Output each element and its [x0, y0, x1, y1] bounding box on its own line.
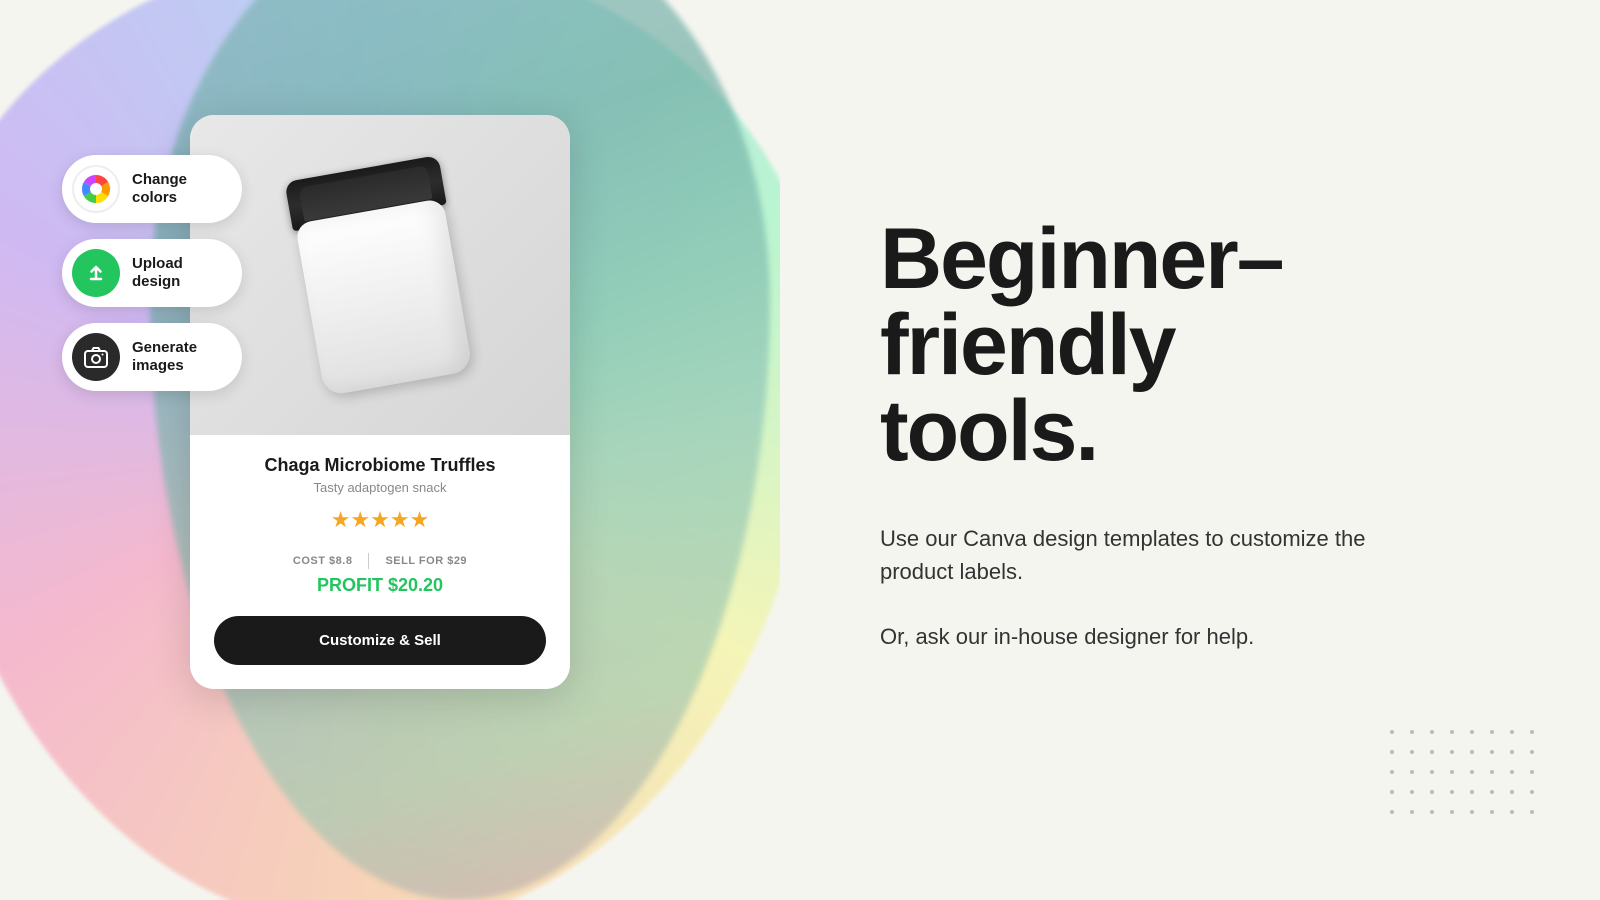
description-block-2: Or, ask our in-house designer for help. — [880, 620, 1500, 653]
dot — [1390, 750, 1394, 754]
jar-body — [295, 198, 473, 396]
dot — [1470, 790, 1474, 794]
sell-label: SELL FOR $29 — [385, 555, 467, 567]
dot — [1510, 810, 1514, 814]
dot — [1530, 750, 1534, 754]
price-divider — [368, 553, 369, 569]
dot — [1450, 730, 1454, 734]
dot — [1510, 730, 1514, 734]
dot — [1390, 810, 1394, 814]
dot — [1410, 750, 1414, 754]
dot — [1490, 770, 1494, 774]
description-text-1: Use our Canva design templates to custom… — [880, 522, 1380, 588]
star-rating: ★★★★★ — [214, 507, 546, 533]
headline-line1: Beginner– — [880, 211, 1283, 307]
dot — [1510, 790, 1514, 794]
dot — [1430, 750, 1434, 754]
dot — [1430, 790, 1434, 794]
product-name: Chaga Microbiome Truffles — [214, 455, 546, 476]
right-section: Beginner– friendly tools. Use our Canva … — [780, 0, 1600, 900]
product-image-area — [190, 115, 570, 435]
dot — [1390, 790, 1394, 794]
profit-row: PROFIT $20.20 — [214, 575, 546, 596]
dot — [1510, 770, 1514, 774]
dot — [1430, 730, 1434, 734]
dot-pattern — [1390, 730, 1540, 820]
product-info: Chaga Microbiome Truffles Tasty adaptoge… — [190, 435, 570, 689]
dot — [1530, 790, 1534, 794]
dot — [1530, 730, 1534, 734]
upload-design-label: Uploaddesign — [132, 255, 183, 291]
dot — [1470, 810, 1474, 814]
dot — [1510, 750, 1514, 754]
dot — [1490, 810, 1494, 814]
tools-container: Changecolors Uploaddesign — [62, 155, 242, 391]
camera-icon — [72, 333, 120, 381]
dot — [1530, 810, 1534, 814]
headline-line2: friendly — [880, 297, 1175, 393]
pricing-row: COST $8.8 SELL FOR $29 — [214, 553, 546, 569]
generate-images-label: Generateimages — [132, 339, 197, 375]
change-colors-label: Changecolors — [132, 171, 187, 207]
dot — [1410, 810, 1414, 814]
dot — [1490, 750, 1494, 754]
dot — [1410, 770, 1414, 774]
description-text-2: Or, ask our in-house designer for help. — [880, 620, 1380, 653]
upload-design-pill[interactable]: Uploaddesign — [62, 239, 242, 307]
dot — [1410, 730, 1414, 734]
dot — [1470, 750, 1474, 754]
upload-icon — [72, 249, 120, 297]
headline: Beginner– friendly tools. — [880, 216, 1500, 474]
headline-line3: tools. — [880, 383, 1097, 479]
cost-label: COST $8.8 — [293, 555, 353, 567]
dot — [1410, 790, 1414, 794]
dot — [1430, 810, 1434, 814]
dot — [1450, 770, 1454, 774]
customize-sell-button[interactable]: Customize & Sell — [214, 616, 546, 665]
dot — [1390, 770, 1394, 774]
left-section: Changecolors Uploaddesign — [0, 0, 780, 900]
dot — [1450, 750, 1454, 754]
dot — [1430, 770, 1434, 774]
profit-label: PROFIT $20.20 — [317, 575, 443, 595]
dot — [1490, 730, 1494, 734]
dot — [1470, 770, 1474, 774]
dot — [1450, 790, 1454, 794]
color-wheel-icon — [72, 165, 120, 213]
description-block-1: Use our Canva design templates to custom… — [880, 522, 1500, 588]
change-colors-pill[interactable]: Changecolors — [62, 155, 242, 223]
dot — [1470, 730, 1474, 734]
generate-images-pill[interactable]: Generateimages — [62, 323, 242, 391]
product-jar — [277, 152, 483, 398]
dot — [1490, 790, 1494, 794]
dot — [1390, 730, 1394, 734]
dot — [1450, 810, 1454, 814]
product-subtitle: Tasty adaptogen snack — [214, 480, 546, 495]
product-card: Chaga Microbiome Truffles Tasty adaptoge… — [190, 115, 570, 689]
dot — [1530, 770, 1534, 774]
